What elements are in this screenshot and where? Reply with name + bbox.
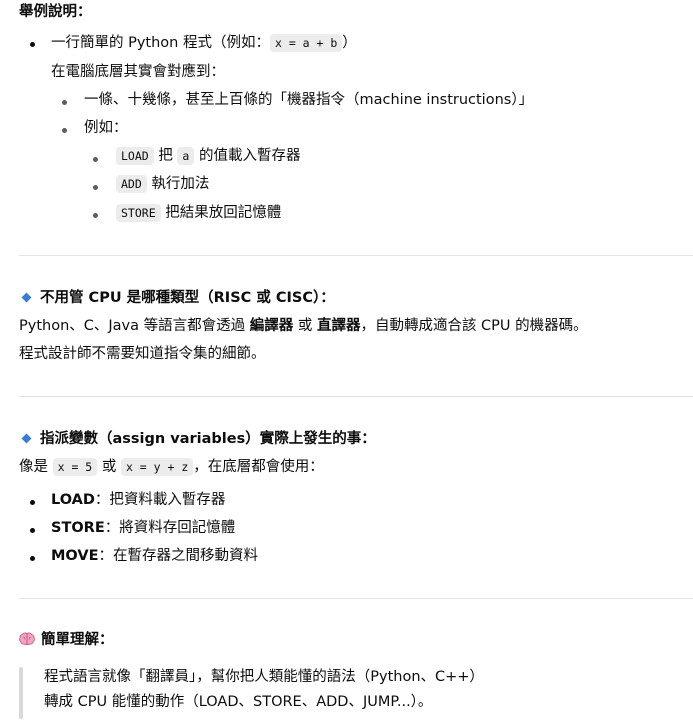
small-blue-diamond-icon — [21, 292, 32, 302]
quote-line-1: 程式語言就像「翻譯員」，幫你把人類能懂的語法（Python、C++） — [44, 669, 484, 685]
small-blue-diamond-icon — [21, 433, 32, 443]
bullet — [30, 42, 35, 47]
bullet — [62, 100, 67, 105]
op-store: STORE 把結果放回記憶體 — [116, 203, 281, 225]
divider — [19, 396, 693, 397]
op-load: LOAD 把 a 的值載入暫存器 — [116, 146, 300, 168]
brain-icon — [19, 630, 35, 651]
quote-line-2: 轉成 CPU 能懂的動作（LOAD、STORE、ADD、JUMP...）。 — [44, 694, 433, 710]
bullet — [93, 213, 98, 218]
op-add: ADD 執行加法 — [116, 174, 209, 196]
section-summary-title: 簡單理解： — [19, 630, 114, 652]
bullet — [93, 185, 98, 190]
sub-item-machine-instructions: 一條、十幾條，甚至上百條的「機器指令（machine instructions）… — [84, 92, 534, 108]
chat-message: 舉例說明： 一行簡單的 Python 程式（例如： x = a + b） 在電腦底… — [0, 0, 693, 720]
section-cpu-line-1: Python、C、Java 等語言都會透過 編譯器 或 直譯器，自動轉成適合該 … — [19, 318, 588, 334]
bullet — [30, 528, 35, 533]
inline-code: x = a + b — [269, 34, 343, 52]
bullet — [62, 128, 67, 133]
section-cpu-title: 不用管 CPU 是哪種類型（RISC 或 CISC）： — [19, 288, 335, 310]
section-assign-line: 像是 x = 5 或 x = y + z ，在底層都會使用： — [19, 458, 324, 476]
divider — [19, 255, 693, 256]
blockquote-bar — [19, 667, 23, 719]
example-heading: 舉例說明： — [19, 4, 92, 20]
sub-item-example: 例如： — [84, 120, 128, 136]
section-assign-title: 指派變數（assign variables）實際上發生的事： — [19, 429, 376, 451]
assign-item-move: MOVE：在暫存器之間移動資料 — [51, 548, 258, 564]
assign-item-load: LOAD：把資料載入暫存器 — [51, 492, 226, 508]
section-cpu-line-2: 程式設計師不需要知道指令集的細節。 — [19, 346, 266, 362]
assign-item-store: STORE：將資料存回記憶體 — [51, 520, 236, 536]
divider — [19, 598, 693, 599]
bullet — [30, 556, 35, 561]
example-item-1: 一行簡單的 Python 程式（例如： x = a + b） — [51, 34, 357, 52]
bullet — [93, 157, 98, 162]
bullet — [30, 500, 35, 505]
example-item-1-sub: 在電腦底層其實會對應到： — [51, 64, 225, 80]
